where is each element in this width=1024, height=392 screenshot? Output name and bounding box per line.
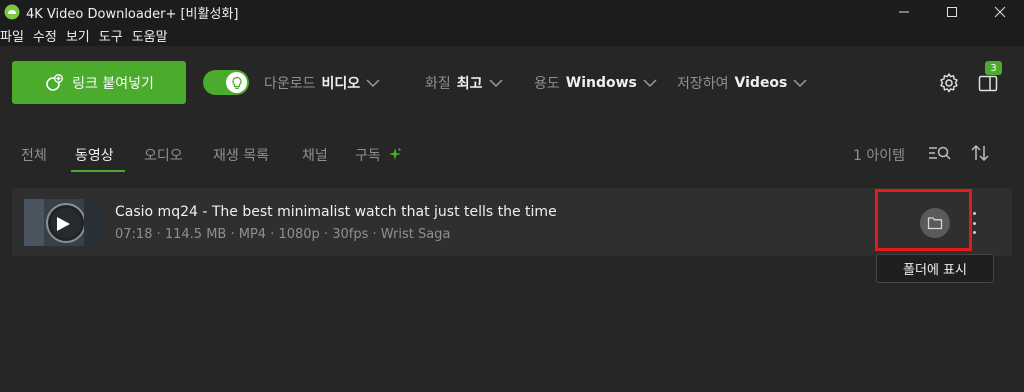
tab-audio[interactable]: 오디오 (144, 145, 183, 165)
video-thumbnail[interactable] (24, 199, 101, 246)
toolbar: 링크 붙여넣기 다운로드 비디오 화질 최고 용도 Windows 저장하여 V… (0, 46, 1024, 120)
sort-button[interactable] (970, 143, 990, 163)
save-folder-value: Videos (734, 75, 788, 91)
app-logo-icon (4, 4, 20, 20)
purpose-dropdown[interactable]: 용도 Windows (534, 72, 657, 94)
minimize-button[interactable] (880, 0, 928, 24)
menu-edit[interactable]: 수정 (33, 26, 57, 45)
paste-link-icon (46, 73, 64, 91)
search-list-icon (929, 146, 951, 160)
gear-icon (940, 73, 958, 93)
tab-playlists[interactable]: 재생 목록 (213, 145, 269, 165)
more-dot-icon (972, 221, 976, 225)
window-title: 4K Video Downloader+ [비활성화] (26, 6, 239, 22)
save-folder-dropdown[interactable]: 저장하여 Videos (677, 72, 807, 94)
title-bar: 4K Video Downloader+ [비활성화] (0, 0, 1024, 24)
sort-arrows-icon (971, 144, 989, 162)
close-icon (994, 6, 1006, 18)
menu-view[interactable]: 보기 (66, 26, 90, 45)
notification-badge: 3 (985, 61, 1002, 75)
video-title: Casio mq24 - The best minimalist watch t… (115, 204, 557, 220)
item-count: 1 아이템 (853, 148, 905, 164)
video-metadata: 07:18 · 114.5 MB · MP4 · 1080p · 30fps ·… (115, 227, 451, 242)
chevron-down-icon (643, 79, 657, 88)
menu-bar: 파일 수정 보기 도구 도움말 (0, 24, 1024, 46)
quality-value: 최고 (456, 76, 483, 92)
more-dot-icon (972, 212, 976, 215)
maximize-button[interactable] (928, 0, 976, 24)
settings-button[interactable] (938, 72, 960, 94)
download-type-value: 비디오 (321, 76, 361, 92)
save-folder-label: 저장하여 (677, 76, 729, 92)
window-controls (880, 0, 1024, 24)
maximize-icon (947, 7, 957, 17)
tab-subscriptions[interactable]: 구독 (355, 145, 402, 165)
tab-all[interactable]: 전체 (21, 145, 47, 165)
purpose-label: 용도 (534, 76, 560, 92)
download-type-dropdown[interactable]: 다운로드 비디오 (264, 72, 380, 94)
chevron-down-icon (489, 79, 503, 88)
show-in-folder-tooltip: 폴더에 표시 (876, 254, 994, 283)
sidebar-toggle-button[interactable] (977, 72, 999, 94)
smart-mode-toggle[interactable] (203, 70, 249, 95)
menu-tools[interactable]: 도구 (99, 26, 123, 45)
menu-file[interactable]: 파일 (0, 26, 24, 45)
more-dot-icon (972, 231, 976, 234)
sidebar-panel-icon (978, 75, 998, 92)
quality-dropdown[interactable]: 화질 최고 (425, 72, 503, 94)
minimize-icon (899, 11, 909, 13)
download-type-label: 다운로드 (264, 76, 316, 92)
menu-help[interactable]: 도움말 (132, 26, 168, 45)
sparkle-icon (389, 147, 402, 160)
tab-video[interactable]: 동영상 (75, 145, 114, 165)
highlight-annotation (875, 189, 972, 251)
toggle-knob (226, 72, 247, 93)
paste-link-label: 링크 붙여넣기 (72, 75, 154, 92)
quality-label: 화질 (425, 76, 451, 92)
tab-subscriptions-label: 구독 (355, 148, 381, 164)
close-button[interactable] (976, 0, 1024, 24)
chevron-down-icon (366, 79, 380, 88)
category-tabs: 전체 동영상 오디오 재생 목록 채널 구독 1 아이템 (0, 140, 1024, 174)
tab-channels[interactable]: 채널 (302, 145, 328, 165)
download-item[interactable]: Casio mq24 - The best minimalist watch t… (12, 188, 1012, 256)
chevron-down-icon (793, 79, 807, 88)
lightbulb-icon (231, 76, 242, 89)
search-button[interactable] (928, 143, 952, 163)
purpose-value: Windows (565, 75, 637, 91)
play-icon (57, 217, 70, 231)
active-tab-indicator (71, 170, 125, 172)
paste-link-button[interactable]: 링크 붙여넣기 (12, 61, 186, 104)
